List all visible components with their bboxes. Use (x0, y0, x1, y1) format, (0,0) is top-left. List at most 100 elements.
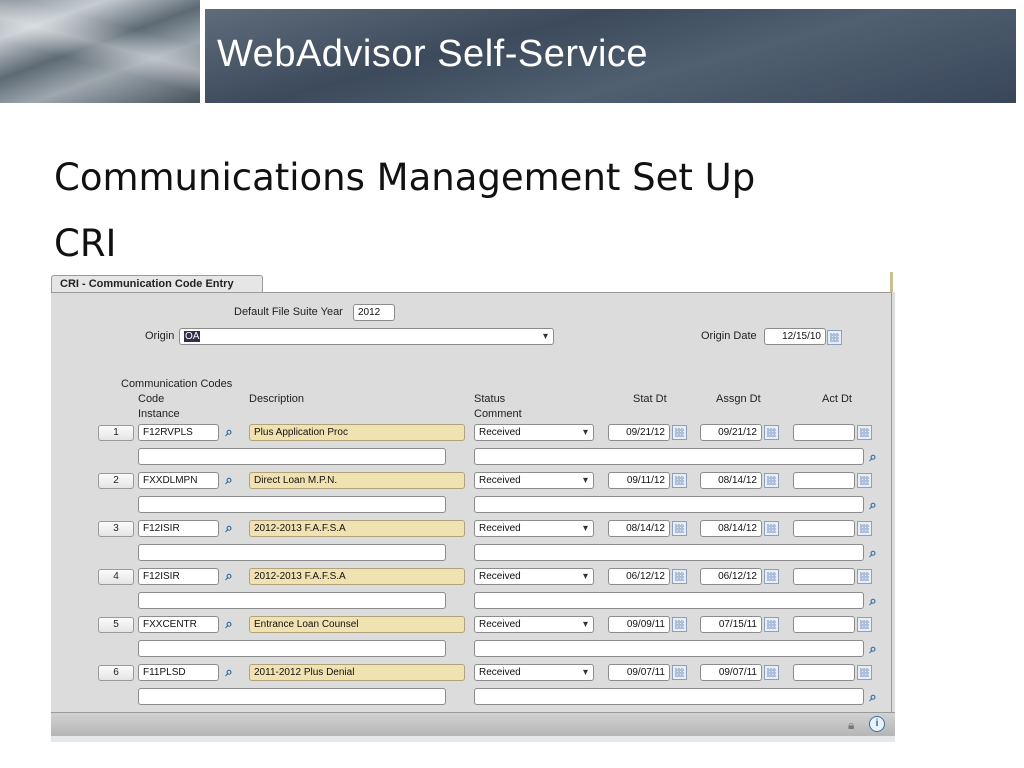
origin-select[interactable]: OA (179, 328, 554, 345)
act-dt-input[interactable] (793, 616, 855, 633)
lookup-icon[interactable]: ⌕ (221, 616, 237, 632)
description-field: 2012-2013 F.A.F.S.A (249, 520, 465, 537)
comment-input[interactable] (474, 688, 864, 705)
lookup-icon[interactable]: ⌕ (221, 472, 237, 488)
instance-input[interactable] (138, 496, 446, 513)
col-header-status: Status (474, 393, 506, 405)
calendar-icon[interactable] (764, 425, 779, 440)
comment-detail-icon[interactable]: ⌕ (865, 689, 881, 705)
instance-input[interactable] (138, 592, 446, 609)
status-select[interactable]: Received (474, 424, 594, 441)
comment-detail-icon[interactable]: ⌕ (865, 497, 881, 513)
comment-detail-icon[interactable]: ⌕ (865, 593, 881, 609)
calendar-icon[interactable] (764, 665, 779, 680)
code-input[interactable]: F11PLSD (138, 664, 219, 681)
calendar-icon[interactable] (857, 569, 872, 584)
act-dt-input[interactable] (793, 664, 855, 681)
origin-date-input[interactable]: 12/15/10 (764, 328, 826, 345)
calendar-icon[interactable] (857, 617, 872, 632)
comment-input[interactable] (474, 544, 864, 561)
act-dt-input[interactable] (793, 472, 855, 489)
comment-input[interactable] (474, 640, 864, 657)
calendar-icon[interactable] (827, 330, 842, 345)
cri-form-window: CRI - Communication Code Entry Default F… (51, 272, 895, 742)
assgn-dt-input[interactable]: 09/07/11 (700, 664, 762, 681)
instance-input[interactable] (138, 448, 446, 465)
calendar-icon[interactable] (672, 569, 687, 584)
calendar-icon[interactable] (764, 473, 779, 488)
row-number-button[interactable]: 1 (98, 425, 134, 441)
comment-input[interactable] (474, 496, 864, 513)
calendar-icon[interactable] (764, 617, 779, 632)
comment-input[interactable] (474, 448, 864, 465)
code-input[interactable]: FXXCENTR (138, 616, 219, 633)
act-dt-input[interactable] (793, 424, 855, 441)
col-header-instance: Instance (138, 408, 180, 420)
code-input[interactable]: FXXDLMPN (138, 472, 219, 489)
act-dt-input[interactable] (793, 520, 855, 537)
col-header-assgn-dt: Assgn Dt (716, 393, 761, 405)
col-header-communication-codes: Communication Codes (121, 378, 233, 390)
assgn-dt-input[interactable]: 09/21/12 (700, 424, 762, 441)
stat-dt-input[interactable]: 09/11/12 (608, 472, 670, 489)
stat-dt-input[interactable]: 06/12/12 (608, 568, 670, 585)
comment-detail-icon[interactable]: ⌕ (865, 641, 881, 657)
info-icon[interactable]: i (869, 716, 885, 732)
calendar-icon[interactable] (857, 521, 872, 536)
stat-dt-input[interactable]: 09/21/12 (608, 424, 670, 441)
assgn-dt-input[interactable]: 06/12/12 (700, 568, 762, 585)
comment-detail-icon[interactable]: ⌕ (865, 449, 881, 465)
origin-label: Origin (145, 330, 175, 342)
calendar-icon[interactable] (857, 665, 872, 680)
header-title: WebAdvisor Self-Service (217, 33, 649, 75)
row-number-button[interactable]: 3 (98, 521, 134, 537)
calendar-icon[interactable] (672, 521, 687, 536)
lookup-icon[interactable]: ⌕ (221, 520, 237, 536)
header-banner-image (0, 0, 200, 103)
col-header-description: Description (249, 393, 305, 405)
calendar-icon[interactable] (672, 665, 687, 680)
comment-input[interactable] (474, 592, 864, 609)
status-select[interactable]: Received (474, 616, 594, 633)
row-number-button[interactable]: 5 (98, 617, 134, 633)
act-dt-input[interactable] (793, 568, 855, 585)
tab-cri-communication-code-entry[interactable]: CRI - Communication Code Entry (51, 275, 263, 293)
calendar-icon[interactable] (672, 425, 687, 440)
comment-detail-icon[interactable]: ⌕ (865, 545, 881, 561)
lookup-icon[interactable]: ⌕ (221, 664, 237, 680)
status-select[interactable]: Received (474, 664, 594, 681)
stat-dt-input[interactable]: 09/09/11 (608, 616, 670, 633)
code-input[interactable]: F12ISIR (138, 520, 219, 537)
code-input[interactable]: F12RVPLS (138, 424, 219, 441)
row-number-button[interactable]: 6 (98, 665, 134, 681)
stat-dt-input[interactable]: 08/14/12 (608, 520, 670, 537)
calendar-icon[interactable] (764, 569, 779, 584)
status-select[interactable]: Received (474, 568, 594, 585)
col-header-act-dt: Act Dt (822, 393, 852, 405)
lookup-icon[interactable]: ⌕ (221, 424, 237, 440)
lookup-icon[interactable]: ⌕ (221, 568, 237, 584)
row-number-button[interactable]: 4 (98, 569, 134, 585)
status-select[interactable]: Received (474, 472, 594, 489)
instance-input[interactable] (138, 544, 446, 561)
assgn-dt-input[interactable]: 07/15/11 (700, 616, 762, 633)
assgn-dt-input[interactable]: 08/14/12 (700, 520, 762, 537)
row-number-button[interactable]: 2 (98, 473, 134, 489)
calendar-icon[interactable] (857, 473, 872, 488)
slide-title: Communications Management Set Up (54, 156, 756, 199)
stat-dt-input[interactable]: 09/07/11 (608, 664, 670, 681)
description-field: Entrance Loan Counsel (249, 616, 465, 633)
status-select[interactable]: Received (474, 520, 594, 537)
assgn-dt-input[interactable]: 08/14/12 (700, 472, 762, 489)
instance-input[interactable] (138, 688, 446, 705)
calendar-icon[interactable] (672, 617, 687, 632)
header-banner: WebAdvisor Self-Service (205, 9, 1016, 103)
default-file-suite-year-input[interactable]: 2012 (353, 304, 395, 321)
calendar-icon[interactable] (857, 425, 872, 440)
slide-subtitle: CRI (54, 222, 117, 265)
code-input[interactable]: F12ISIR (138, 568, 219, 585)
calendar-icon[interactable] (764, 521, 779, 536)
calendar-icon[interactable] (672, 473, 687, 488)
instance-input[interactable] (138, 640, 446, 657)
form-status-bar: 🔒︎ i (51, 712, 895, 737)
